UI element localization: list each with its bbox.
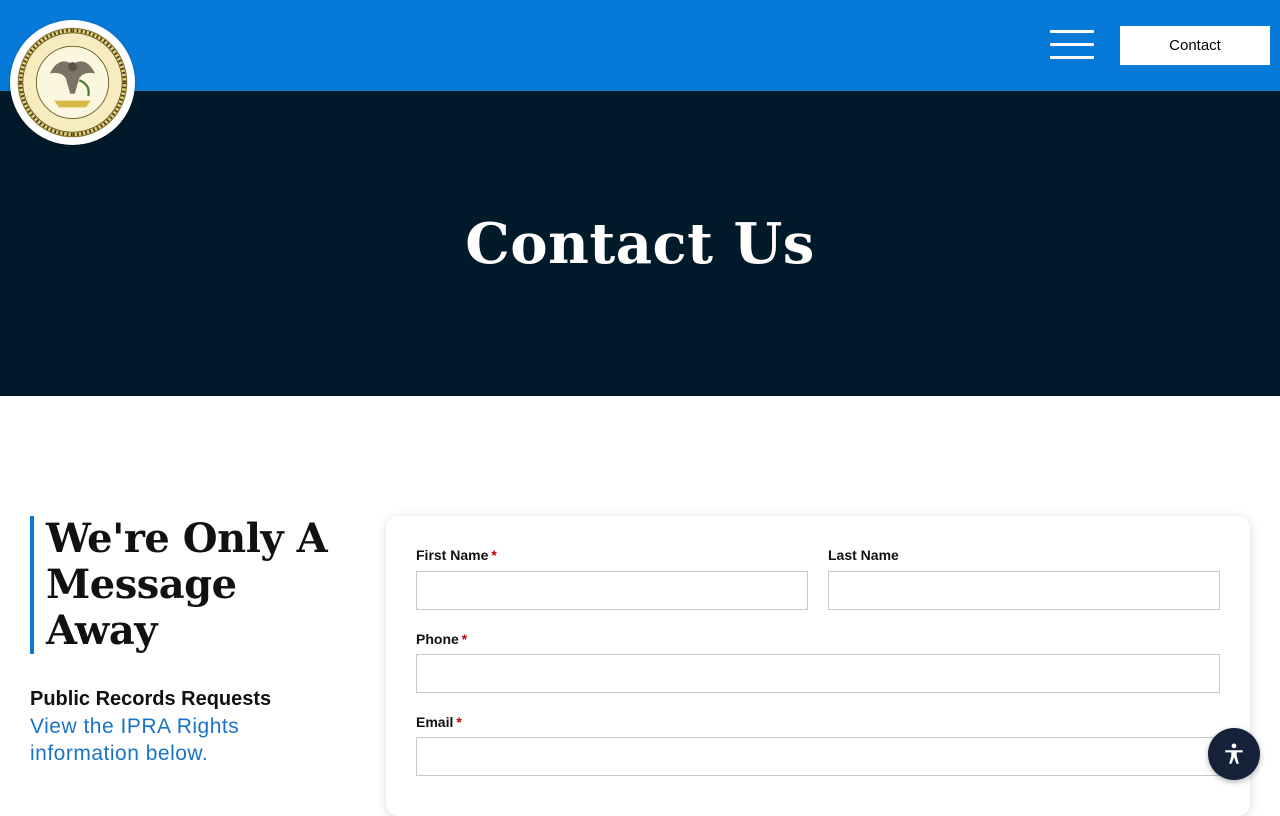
last-name-input[interactable] [828, 571, 1220, 610]
first-name-input[interactable] [416, 571, 808, 610]
contact-form: First Name * Last Name Phone * Email * [386, 516, 1250, 816]
email-input[interactable] [416, 737, 1220, 776]
accessibility-button[interactable] [1208, 728, 1260, 780]
hamburger-menu-icon[interactable] [1050, 28, 1094, 60]
accessibility-icon [1225, 743, 1243, 764]
page-title: Contact Us [465, 210, 815, 277]
last-name-label: Last Name [828, 547, 899, 563]
section-heading: We're Only A Message Away [46, 515, 328, 654]
state-seal-icon[interactable] [10, 20, 135, 145]
phone-label: Phone * [416, 631, 468, 647]
sidebar-heading-block: We're Only A Message Away [30, 516, 360, 654]
public-records-title: Public Records Requests [30, 688, 272, 710]
ipra-rights-link[interactable]: View the IPRA Rights information below. [30, 713, 310, 767]
email-label: Email * [416, 714, 462, 730]
phone-input[interactable] [416, 654, 1220, 693]
contact-button[interactable]: Contact [1120, 26, 1270, 65]
required-marker: * [491, 547, 497, 563]
required-marker: * [456, 714, 462, 730]
site-header: Contact [0, 0, 1280, 91]
first-name-label: First Name * [416, 547, 497, 563]
hero-banner: Contact Us [0, 91, 1280, 396]
required-marker: * [461, 631, 468, 647]
